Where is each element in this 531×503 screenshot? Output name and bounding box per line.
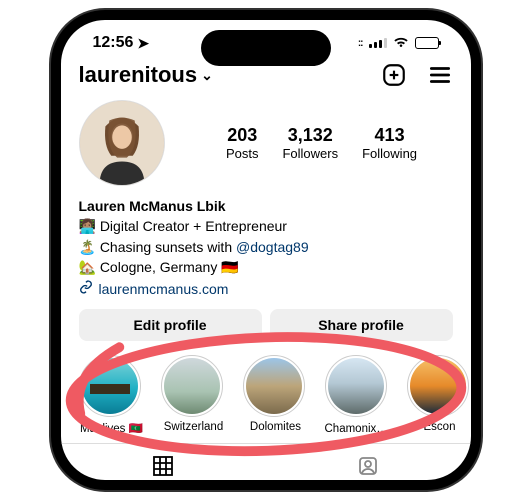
followers-stat[interactable]: 3,132 Followers: [282, 125, 338, 161]
highlight-cover: [161, 355, 223, 417]
username-switcher[interactable]: laurenitous ⌄: [79, 62, 213, 88]
cellular-icon: [369, 38, 387, 48]
highlight-cover: [79, 355, 141, 417]
highlight-label: Dolomites: [243, 421, 309, 433]
action-buttons: Edit profile Share profile: [61, 309, 471, 353]
link-icon: [79, 279, 93, 299]
avatar[interactable]: [79, 100, 165, 186]
bio-line-3: 🏡 Cologne, Germany 🇩🇪: [79, 257, 453, 277]
highlight-cover: [325, 355, 387, 417]
posts-stat[interactable]: 203 Posts: [226, 125, 259, 161]
status-time: 12:56: [93, 34, 134, 52]
edit-profile-button[interactable]: Edit profile: [79, 309, 262, 341]
chevron-down-icon: ⌄: [201, 67, 213, 84]
bio-link-row[interactable]: laurenmcmanus.com: [79, 279, 453, 299]
story-highlights[interactable]: Maldives 🇲🇻 Switzerland Dolomites Chamon…: [61, 353, 471, 443]
menu-button[interactable]: [427, 62, 453, 88]
following-label: Following: [362, 146, 417, 161]
highlight-item[interactable]: Chamonix 🏔️: [325, 355, 391, 435]
bio-line-2: 🏝️ Chasing sunsets with @dogtag89: [79, 237, 453, 257]
bio-section: Lauren McManus Lbik 👩🏽‍💻 Digital Creator…: [61, 196, 471, 309]
location-icon: ➤: [137, 35, 149, 52]
share-profile-button[interactable]: Share profile: [270, 309, 453, 341]
highlight-item[interactable]: Maldives 🇲🇻: [79, 355, 145, 435]
highlight-item[interactable]: Escon: [407, 355, 471, 435]
posts-count: 203: [226, 125, 259, 146]
dual-sim-icon: ::: [358, 38, 363, 49]
highlight-label: Escon: [407, 421, 471, 433]
profile-stats-row: 203 Posts 3,132 Followers 413 Following: [61, 96, 471, 196]
device-notch: [201, 30, 331, 66]
website-link: laurenmcmanus.com: [99, 279, 229, 299]
highlight-item[interactable]: Switzerland: [161, 355, 227, 435]
posts-label: Posts: [226, 146, 259, 161]
bio-line-1: 👩🏽‍💻 Digital Creator + Entrepreneur: [79, 216, 453, 236]
highlight-label: Maldives 🇲🇻: [79, 421, 145, 435]
followers-label: Followers: [282, 146, 338, 161]
followers-count: 3,132: [282, 125, 338, 146]
bio-line-2-text: 🏝️ Chasing sunsets with: [79, 239, 237, 255]
wifi-icon: [393, 34, 409, 52]
highlight-cover: [407, 355, 469, 417]
tab-grid[interactable]: [61, 444, 266, 490]
highlight-label: Switzerland: [161, 421, 227, 433]
highlight-cover: [243, 355, 305, 417]
username-text: laurenitous: [79, 62, 198, 88]
create-button[interactable]: [381, 62, 407, 88]
battery-icon: [415, 37, 439, 49]
highlight-item[interactable]: Dolomites: [243, 355, 309, 435]
bio-mention[interactable]: @dogtag89: [236, 239, 309, 255]
phone-frame: 12:56 ➤ :: laurenitous ⌄: [51, 10, 481, 490]
following-count: 413: [362, 125, 417, 146]
tab-tagged[interactable]: [266, 444, 471, 490]
highlight-label: Chamonix 🏔️: [325, 421, 391, 435]
profile-tabs: [61, 443, 471, 490]
display-name: Lauren McManus Lbik: [79, 196, 453, 216]
following-stat[interactable]: 413 Following: [362, 125, 417, 161]
